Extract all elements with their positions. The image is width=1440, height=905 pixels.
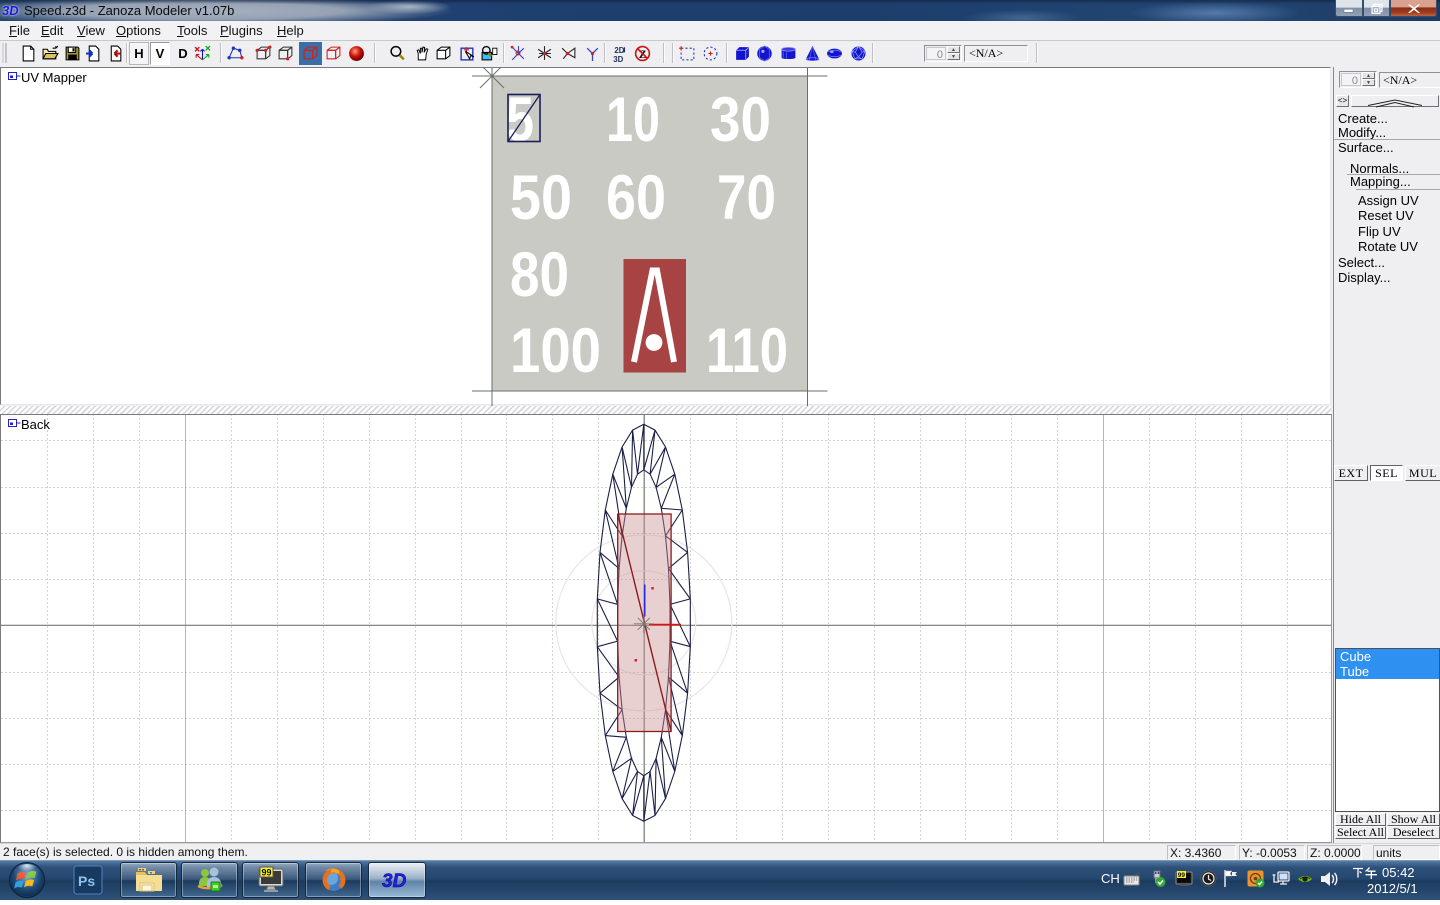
svg-text:3D: 3D: [613, 54, 623, 62]
svg-text:99: 99: [261, 868, 271, 878]
svg-text:100: 100: [510, 316, 601, 386]
svg-text:3D: 3D: [382, 871, 407, 892]
svg-text:60: 60: [606, 163, 666, 233]
svg-text:50: 50: [510, 163, 572, 233]
svg-text:30: 30: [710, 85, 771, 155]
svg-text:80: 80: [510, 240, 569, 310]
svg-text:Ps: Ps: [78, 873, 95, 889]
svg-text:5: 5: [506, 85, 534, 155]
svg-text:70: 70: [717, 163, 776, 233]
svg-text:10: 10: [606, 85, 660, 155]
svg-text:99: 99: [1178, 872, 1186, 879]
svg-text:2D: 2D: [614, 45, 624, 54]
svg-text:110: 110: [706, 316, 788, 386]
